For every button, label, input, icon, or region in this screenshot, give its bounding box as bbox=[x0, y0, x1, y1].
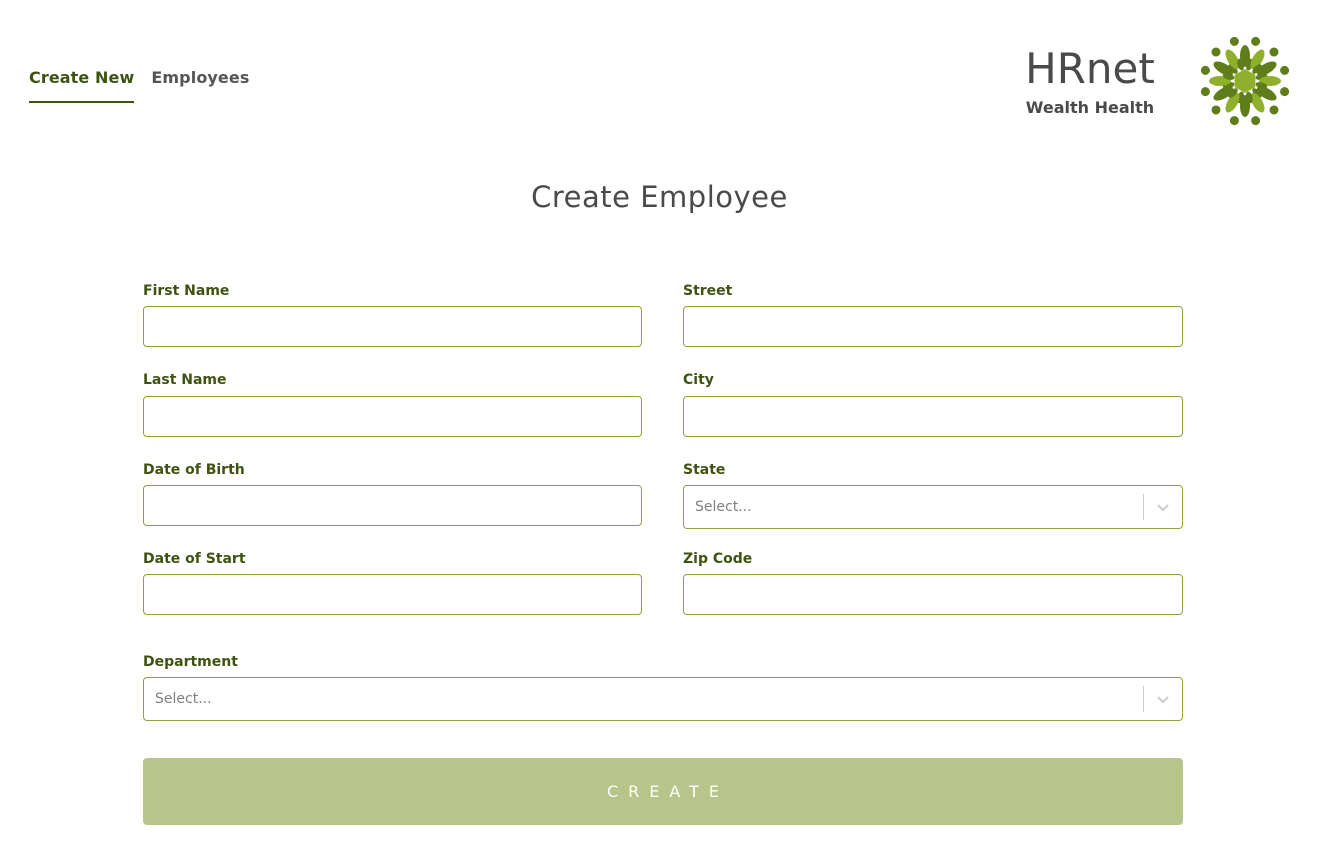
department-label: Department bbox=[143, 654, 238, 670]
chevron-down-icon[interactable] bbox=[1144, 694, 1182, 704]
brand-title: HRnet bbox=[1025, 44, 1155, 93]
department-select[interactable]: Select... bbox=[143, 677, 1183, 721]
main-nav: Create New Employees bbox=[29, 68, 249, 103]
department-select-placeholder: Select... bbox=[155, 691, 212, 707]
last-name-label: Last Name bbox=[143, 372, 227, 388]
brand-subtitle: Wealth Health bbox=[1025, 98, 1155, 117]
state-label: State bbox=[683, 462, 726, 478]
page-title: Create Employee bbox=[531, 180, 788, 214]
first-name-label: First Name bbox=[143, 283, 230, 299]
create-button[interactable]: CREATE bbox=[143, 758, 1183, 825]
city-label: City bbox=[683, 372, 714, 388]
nav-employees-link[interactable]: Employees bbox=[151, 68, 249, 103]
zip-code-label: Zip Code bbox=[683, 551, 753, 567]
date-of-start-input[interactable] bbox=[143, 574, 642, 615]
city-input[interactable] bbox=[683, 396, 1183, 437]
brand-block: HRnet Wealth Health bbox=[1020, 44, 1160, 117]
state-select-placeholder: Select... bbox=[695, 499, 752, 515]
nav-create-new-link[interactable]: Create New bbox=[29, 68, 135, 103]
date-of-birth-input[interactable] bbox=[143, 485, 642, 526]
last-name-input[interactable] bbox=[143, 396, 642, 437]
first-name-input[interactable] bbox=[143, 306, 642, 347]
state-select[interactable]: Select... bbox=[683, 485, 1183, 529]
street-input[interactable] bbox=[683, 306, 1183, 347]
chevron-down-icon[interactable] bbox=[1144, 502, 1182, 512]
zip-code-input[interactable] bbox=[683, 574, 1183, 615]
date-of-start-label: Date of Start bbox=[143, 551, 246, 567]
date-of-birth-label: Date of Birth bbox=[143, 462, 245, 478]
street-label: Street bbox=[683, 283, 733, 299]
logo-icon bbox=[1200, 36, 1290, 126]
